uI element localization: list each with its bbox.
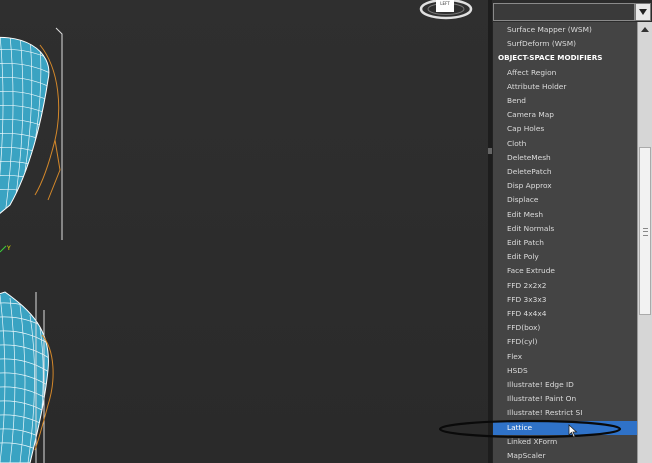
list-item-label: FFD 3x3x3 [507, 294, 547, 304]
list-item-label: Displace [507, 195, 539, 205]
list-item-label: Attribute Holder [507, 81, 567, 91]
list-item[interactable]: Edit Mesh [493, 208, 638, 222]
list-item[interactable]: Disp Approx [493, 179, 638, 193]
mouse-cursor-icon [568, 424, 578, 438]
list-item-label: DeletePatch [507, 167, 552, 176]
list-item-label: Edit Mesh [507, 209, 544, 219]
list-item-label: FFD 4x4x4 [507, 309, 547, 318]
list-item[interactable]: FFD 4x4x4 [493, 307, 638, 321]
viewport-scene: Y LEFT [0, 0, 473, 463]
list-item[interactable]: FFD 2x2x2 [493, 279, 638, 293]
dropdown-toggle-button[interactable] [635, 3, 651, 21]
list-item-label: FFD(cyl) [507, 337, 538, 347]
list-item[interactable]: Edit Normals [493, 222, 638, 236]
viewcube[interactable]: LEFT [419, 0, 473, 20]
list-item-label: Illustrate! Restrict SI [507, 408, 583, 418]
list-item-label: HSDS [507, 365, 528, 375]
modifier-list[interactable]: Surface Mapper (WSM) SurfDeform (WSM) OBJE… [492, 22, 638, 463]
list-item[interactable]: Bend [493, 94, 638, 108]
arrow-up-icon [641, 26, 649, 32]
list-item[interactable]: FFD(cyl) [493, 335, 638, 349]
svg-text:Y: Y [6, 245, 11, 252]
list-item[interactable]: Camera Map [493, 108, 638, 122]
list-item[interactable]: MapScaler [493, 449, 638, 463]
list-item-label: Surface Mapper (WSM) [507, 25, 592, 34]
mesh-object-top[interactable] [0, 27, 63, 240]
list-item[interactable]: Affect Region [493, 66, 638, 80]
list-item[interactable]: DeleteMesh [493, 151, 638, 165]
list-item-label: Bend [507, 96, 526, 105]
list-item[interactable]: Edit Patch [493, 236, 638, 250]
list-item[interactable]: Edit Poly [493, 250, 638, 264]
list-item-label: FFD(box) [507, 323, 541, 333]
scroll-thumb[interactable] [639, 147, 651, 315]
list-item-label: Disp Approx [507, 181, 552, 191]
chevron-down-icon [639, 9, 647, 15]
axis-gizmo: Y [0, 245, 11, 253]
list-item-label: Illustrate! Edge ID [507, 380, 574, 389]
modifier-list-dropdown[interactable] [493, 3, 635, 21]
list-item[interactable]: Cloth [493, 137, 638, 151]
list-item-label: Flex [507, 351, 523, 361]
list-item-label: Illustrate! Paint On [507, 394, 577, 404]
list-item-label: MapScaler [507, 451, 546, 460]
viewport[interactable]: Y LEFT [0, 0, 490, 463]
scrollbar[interactable] [637, 22, 652, 463]
list-item[interactable]: Illustrate! Paint On [493, 392, 638, 406]
list-item-label: Affect Region [507, 67, 557, 77]
list-group-header: OBJECT-SPACE MODIFIERS [493, 51, 638, 65]
list-item[interactable]: Cap Holes [493, 122, 638, 136]
list-item[interactable]: Flex [493, 350, 638, 364]
list-item-label: FFD 2x2x2 [507, 280, 547, 290]
scroll-up-button[interactable] [638, 22, 652, 36]
list-item-label: Cloth [507, 138, 527, 148]
list-item[interactable]: Attribute Holder [493, 80, 638, 94]
list-item-label: Edit Normals [507, 223, 555, 233]
list-item-label: Cap Holes [507, 124, 545, 134]
list-item-label: Edit Patch [507, 238, 544, 247]
list-item-label: Edit Poly [507, 252, 539, 262]
list-item-label: Linked XForm [507, 436, 558, 446]
list-item-label: Camera Map [507, 110, 554, 120]
list-item[interactable]: Face Extrude [493, 264, 638, 278]
list-item[interactable]: Displace [493, 193, 638, 207]
list-item[interactable]: Illustrate! Edge ID [493, 378, 638, 392]
list-item[interactable]: FFD(box) [493, 321, 638, 335]
mesh-object-bottom[interactable] [0, 291, 54, 463]
list-item-label: DeleteMesh [507, 152, 551, 162]
list-item[interactable]: DeletePatch [493, 165, 638, 179]
svg-text:LEFT: LEFT [440, 1, 450, 6]
list-item[interactable]: FFD 3x3x3 [493, 293, 638, 307]
list-item[interactable]: SurfDeform (WSM) [493, 37, 638, 51]
list-item-label: OBJECT-SPACE MODIFIERS [498, 53, 603, 63]
list-item[interactable]: Illustrate! Restrict SI [493, 406, 638, 420]
list-item[interactable]: Linked XForm [493, 435, 638, 449]
list-item-label: Lattice [507, 422, 533, 432]
list-item-selected[interactable]: Lattice [493, 420, 638, 435]
list-item-label: SurfDeform (WSM) [507, 39, 576, 49]
list-item[interactable]: HSDS [493, 364, 638, 378]
list-item-label: Face Extrude [507, 266, 555, 276]
list-item[interactable]: Surface Mapper (WSM) [493, 23, 638, 37]
